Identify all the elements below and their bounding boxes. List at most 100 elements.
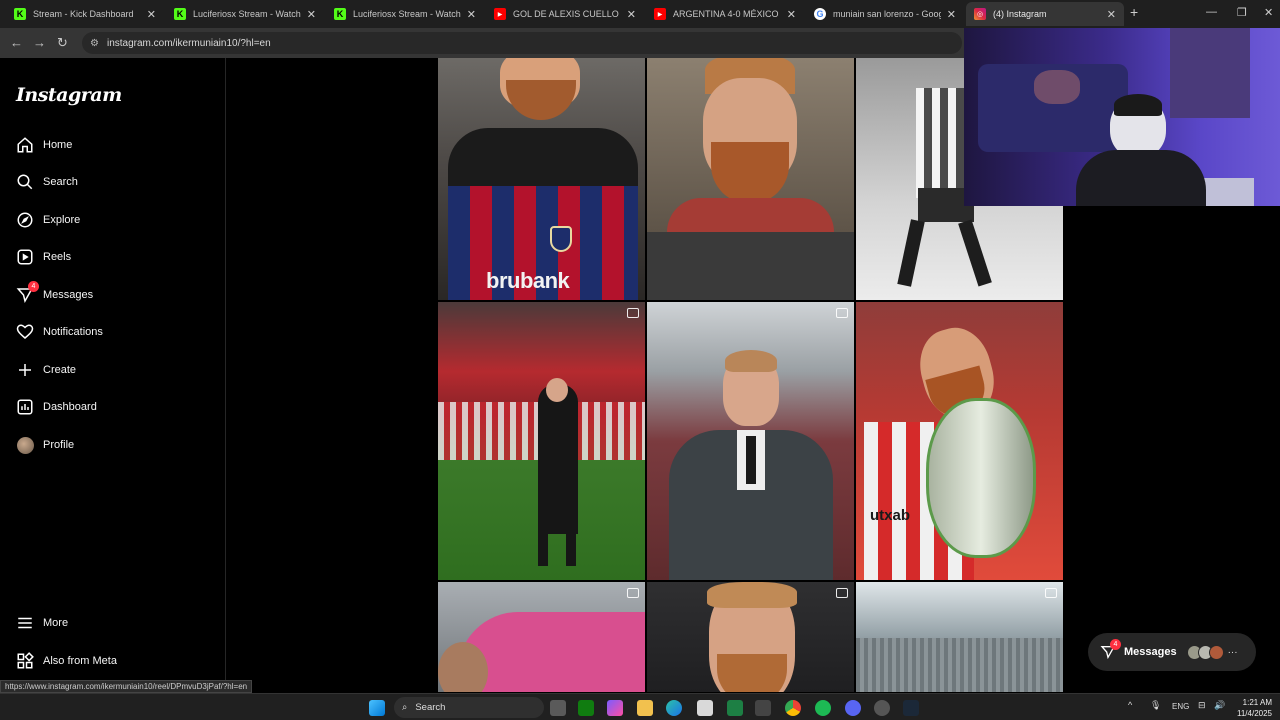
tab-title: ARGENTINA 4-0 MÉXICO (Laut bbox=[673, 9, 781, 19]
nav-label: More bbox=[43, 617, 69, 629]
more-icon[interactable]: ··· bbox=[1228, 647, 1238, 658]
close-icon[interactable]: ✕ bbox=[627, 8, 636, 21]
messages-label: Messages bbox=[1124, 646, 1177, 658]
post-thumbnail[interactable] bbox=[438, 302, 645, 580]
post-thumbnail[interactable]: brubank bbox=[438, 58, 645, 300]
excel-icon[interactable] bbox=[727, 700, 743, 716]
home-icon bbox=[16, 136, 34, 154]
windows-start-icon[interactable] bbox=[369, 700, 385, 716]
heart-icon bbox=[16, 323, 34, 341]
nav-label: Profile bbox=[43, 439, 75, 451]
close-icon[interactable]: ✕ bbox=[1107, 8, 1116, 21]
network-icon[interactable]: ⊟ bbox=[1198, 700, 1206, 711]
discord-icon[interactable] bbox=[845, 700, 861, 716]
volume-icon[interactable]: 🔊 bbox=[1214, 700, 1225, 711]
kick-icon: K bbox=[14, 8, 26, 20]
messages-pill[interactable]: 4 Messages ··· bbox=[1088, 633, 1256, 671]
close-icon[interactable]: ✕ bbox=[787, 8, 796, 21]
obs-icon[interactable] bbox=[874, 700, 890, 716]
store-icon[interactable] bbox=[697, 700, 713, 716]
nav-notifications[interactable]: Notifications bbox=[16, 321, 103, 343]
messages-icon: 4 bbox=[16, 281, 39, 304]
tab-youtube-argentina[interactable]: ▶ ARGENTINA 4-0 MÉXICO (Laut ✕ bbox=[646, 2, 804, 26]
post-thumbnail[interactable] bbox=[438, 582, 645, 692]
close-icon[interactable]: ✕ bbox=[147, 8, 156, 21]
tab-title: Stream - Kick Dashboard bbox=[33, 9, 134, 19]
reload-icon[interactable]: ↻ bbox=[57, 35, 68, 51]
nav-explore[interactable]: Explore bbox=[16, 209, 80, 231]
messages-badge: 4 bbox=[28, 281, 39, 292]
tab-title: (4) Instagram bbox=[993, 9, 1047, 19]
nav-label: Create bbox=[43, 364, 77, 376]
google-icon: G bbox=[814, 8, 826, 20]
tab-kick-stream-2[interactable]: K Luciferiosx Stream - Watch Live ✕ bbox=[326, 2, 484, 26]
nav-label: Home bbox=[43, 139, 73, 151]
tab-instagram[interactable]: ◎ (4) Instagram ✕ bbox=[966, 2, 1124, 26]
nav-messages[interactable]: 4 Messages bbox=[16, 281, 94, 306]
nav-dashboard[interactable]: Dashboard bbox=[16, 396, 97, 418]
tab-title: Luciferiosx Stream - Watch Live bbox=[193, 9, 301, 19]
close-icon[interactable]: ✕ bbox=[307, 8, 316, 21]
tab-kick-stream-1[interactable]: K Luciferiosx Stream - Watch Live ✕ bbox=[166, 2, 324, 26]
post-thumbnail[interactable] bbox=[647, 302, 854, 580]
xbox-icon[interactable] bbox=[578, 700, 594, 716]
copilot-icon[interactable] bbox=[607, 700, 623, 716]
tab-title: muniain san lorenzo - Google S bbox=[833, 9, 941, 19]
nav-label: Messages bbox=[43, 289, 94, 301]
close-icon[interactable]: ✕ bbox=[467, 8, 476, 21]
address-bar[interactable]: ⚙ instagram.com/ikermuniain10/?hl=en bbox=[82, 32, 962, 54]
nav-label: Search bbox=[43, 176, 78, 188]
search-icon bbox=[16, 173, 34, 191]
nav-also-from-meta[interactable]: Also from Meta bbox=[16, 650, 117, 672]
clock-date: 11/4/2025 bbox=[1237, 709, 1272, 718]
nav-reels[interactable]: Reels bbox=[16, 246, 71, 268]
forward-arrow-icon[interactable]: → bbox=[33, 35, 46, 50]
tab-youtube-gol[interactable]: ▶ GOL DE ALEXIS CUELLO PARA S ✕ bbox=[486, 2, 644, 26]
instagram-logo[interactable]: Instagram bbox=[16, 84, 122, 106]
steam-icon[interactable] bbox=[903, 700, 919, 716]
post-thumbnail[interactable] bbox=[647, 58, 854, 300]
url-text: instagram.com/ikermuniain10/?hl=en bbox=[106, 37, 271, 49]
menu-icon bbox=[16, 614, 34, 632]
microphone-icon[interactable]: 🎙 bbox=[1150, 700, 1161, 711]
maximize-icon[interactable]: ❐ bbox=[1237, 6, 1247, 19]
language-indicator[interactable]: ENG bbox=[1172, 702, 1189, 711]
tab-kick-dashboard[interactable]: K Stream - Kick Dashboard ✕ bbox=[6, 2, 164, 26]
status-url-tooltip: https://www.instagram.com/ikermuniain10/… bbox=[0, 680, 253, 693]
file-explorer-icon[interactable] bbox=[637, 700, 653, 716]
nav-profile[interactable]: Profile bbox=[16, 434, 74, 456]
app-icon[interactable] bbox=[755, 700, 771, 716]
chevron-up-icon[interactable]: ^ bbox=[1128, 700, 1132, 710]
post-thumbnail[interactable] bbox=[856, 582, 1063, 692]
close-icon[interactable]: ✕ bbox=[947, 8, 956, 21]
avatar bbox=[1208, 644, 1224, 660]
instagram-sidebar: Instagram Home Search Explore Reels 4 Me… bbox=[0, 58, 226, 692]
reels-icon bbox=[16, 248, 34, 266]
nav-create[interactable]: Create bbox=[16, 359, 76, 381]
minimize-icon[interactable]: — bbox=[1206, 6, 1217, 18]
nav-more[interactable]: More bbox=[16, 612, 68, 634]
windows-taskbar: ⌕ Search ^ 🎙 ENG ⊟ 🔊 1:21 AM 11/4/2025 bbox=[0, 693, 1280, 720]
edge-icon[interactable] bbox=[666, 700, 682, 716]
taskbar-search[interactable]: ⌕ Search bbox=[394, 697, 544, 718]
taskbar-search-label: Search bbox=[415, 702, 446, 713]
back-arrow-icon[interactable]: ← bbox=[10, 35, 23, 50]
instagram-icon: ◎ bbox=[974, 8, 986, 20]
nav-label: Explore bbox=[43, 214, 81, 226]
nav-search[interactable]: Search bbox=[16, 171, 78, 193]
system-clock[interactable]: 1:21 AM 11/4/2025 bbox=[1237, 697, 1272, 719]
spotify-icon[interactable] bbox=[815, 700, 831, 716]
site-info-icon[interactable]: ⚙ bbox=[90, 38, 99, 49]
youtube-icon: ▶ bbox=[494, 8, 506, 20]
post-thumbnail[interactable] bbox=[647, 582, 854, 692]
post-thumbnail[interactable]: utxab bbox=[856, 302, 1063, 580]
nav-home[interactable]: Home bbox=[16, 134, 72, 156]
reel-icon bbox=[627, 308, 639, 318]
tab-google-search[interactable]: G muniain san lorenzo - Google S ✕ bbox=[806, 2, 964, 26]
task-view-icon[interactable] bbox=[550, 700, 566, 716]
reel-icon bbox=[627, 588, 639, 598]
reel-icon bbox=[836, 588, 848, 598]
close-window-icon[interactable]: ✕ bbox=[1264, 6, 1273, 19]
new-tab-button[interactable]: + bbox=[1130, 4, 1138, 20]
chrome-icon[interactable] bbox=[785, 700, 801, 716]
